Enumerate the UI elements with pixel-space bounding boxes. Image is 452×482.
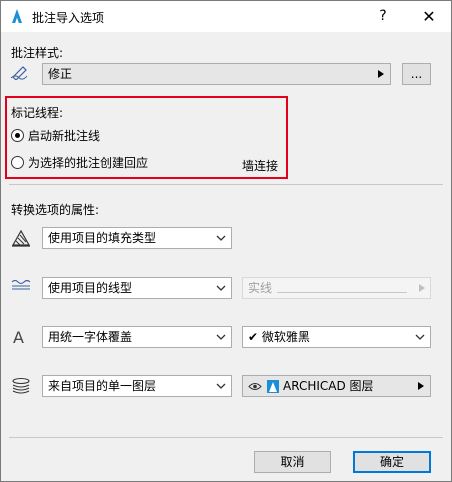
markup-style-more-button[interactable]: ...	[402, 63, 431, 85]
line-style-value: 实线	[248, 281, 273, 295]
markup-style-popup[interactable]: 修正	[42, 63, 391, 85]
window-title: 批注导入选项	[32, 11, 105, 25]
font-override-value: 用统一字体覆盖	[48, 330, 133, 344]
archicad-layer-icon	[267, 380, 279, 393]
layer-popup[interactable]: ARCHICAD 图层	[242, 375, 431, 397]
archicad-logo-icon	[12, 9, 22, 23]
close-button[interactable]: ✕	[407, 1, 451, 32]
radio-label: 启动新批注线	[28, 128, 101, 143]
chevron-down-icon	[216, 235, 226, 241]
markup-style-value: 修正	[48, 67, 73, 81]
cancel-button[interactable]: 取消	[254, 451, 331, 473]
radio-button[interactable]	[11, 128, 24, 142]
markup-thread-label: 标记线程:	[11, 106, 64, 120]
markup-pen-icon	[10, 66, 28, 80]
converted-attributes-label: 转换选项的属性:	[11, 203, 100, 217]
wall-connection-text: 墙连接	[242, 159, 279, 173]
layer-source-value: 来自项目的单一图层	[48, 379, 157, 393]
chevron-down-icon	[216, 383, 226, 389]
triangle-right-icon	[378, 70, 384, 78]
markup-style-label: 批注样式:	[11, 46, 64, 60]
layers-icon	[12, 377, 30, 394]
help-button[interactable]: ?	[365, 1, 401, 32]
chevron-down-icon	[216, 334, 226, 340]
fill-type-icon	[11, 229, 31, 247]
triangle-right-icon	[419, 284, 425, 292]
radio-create-reply[interactable]: 为选择的批注创建回应	[11, 153, 148, 171]
fill-type-dropdown[interactable]: 使用项目的填充类型	[42, 227, 232, 249]
line-style-dropdown: 实线	[242, 277, 431, 299]
chevron-down-icon	[415, 334, 425, 340]
separator	[9, 437, 443, 438]
font-family-dropdown[interactable]: ✔ 微软雅黑	[242, 326, 431, 348]
radio-button[interactable]	[11, 155, 24, 169]
line-sample	[277, 292, 407, 293]
separator	[9, 184, 443, 185]
font-override-dropdown[interactable]: 用统一字体覆盖	[42, 326, 232, 348]
fill-type-value: 使用项目的填充类型	[48, 231, 157, 245]
checkmark-icon: ✔	[248, 330, 259, 344]
line-type-dropdown[interactable]: 使用项目的线型	[42, 277, 232, 299]
radio-label: 为选择的批注创建回应	[28, 155, 149, 170]
layer-source-dropdown[interactable]: 来自项目的单一图层	[42, 375, 232, 397]
line-type-icon	[11, 279, 31, 290]
triangle-right-icon	[418, 382, 424, 390]
layer-name-value: ARCHICAD 图层	[283, 379, 374, 393]
line-type-value: 使用项目的线型	[48, 281, 133, 295]
ok-button[interactable]: 确定	[353, 451, 431, 473]
eye-icon	[248, 383, 262, 390]
font-icon: A	[13, 328, 24, 347]
radio-start-new-thread[interactable]: 启动新批注线	[11, 126, 100, 144]
chevron-down-icon	[216, 285, 226, 291]
title-bar: 批注导入选项 ? ✕	[1, 1, 451, 32]
font-family-value: 微软雅黑	[261, 330, 310, 344]
import-markup-options-dialog: 批注导入选项 ? ✕ 批注样式: 修正 ... 标记线程: 启动新批注线 为选择…	[0, 0, 452, 482]
